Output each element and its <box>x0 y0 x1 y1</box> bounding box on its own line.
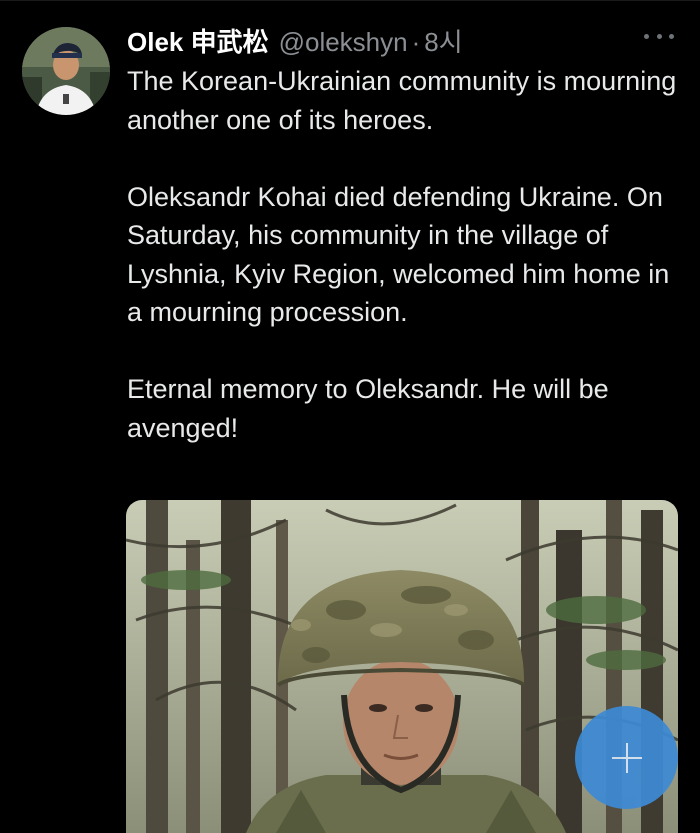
more-dot <box>644 33 649 39</box>
tweet-header: Olek 申武松 @olekshyn · 8시 <box>127 22 463 60</box>
more-dot <box>669 33 674 39</box>
compose-button[interactable] <box>575 706 678 809</box>
tweet-timestamp[interactable]: 8시 <box>424 22 462 59</box>
more-options-icon[interactable] <box>644 26 674 46</box>
top-divider <box>0 0 700 1</box>
more-dot <box>656 33 662 39</box>
plus-icon <box>611 742 642 773</box>
avatar-photo <box>22 27 110 115</box>
header-separator: · <box>411 27 421 57</box>
tweet-paragraph: Oleksandr Kohai died defending Ukraine. … <box>127 181 670 328</box>
tweet-text: The Korean-Ukrainian community is mourni… <box>127 62 682 486</box>
author-display-name[interactable]: Olek 申武松 <box>127 22 269 59</box>
tweet-paragraph: Eternal memory to Oleksandr. He will be … <box>127 374 609 443</box>
tweet-paragraph: The Korean-Ukrainian community is mourni… <box>127 66 677 135</box>
author-avatar[interactable] <box>22 27 110 115</box>
author-handle[interactable]: @olekshyn <box>279 27 408 58</box>
